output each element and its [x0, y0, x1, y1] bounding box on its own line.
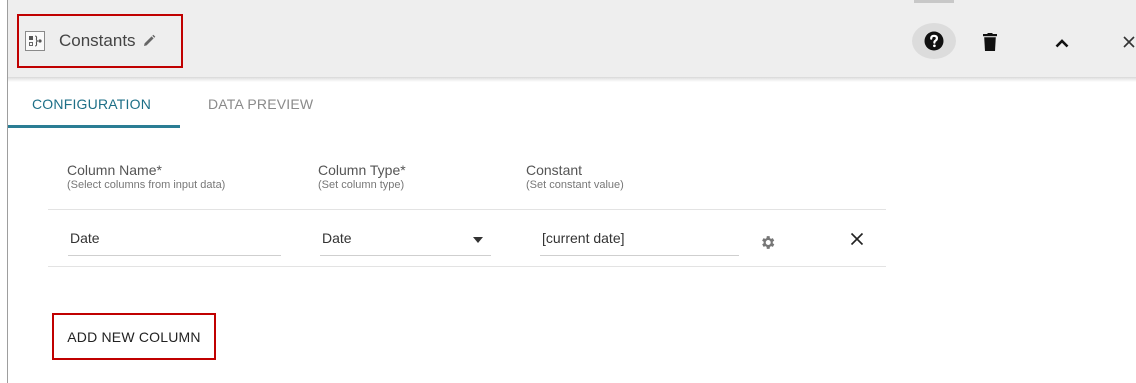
close-panel-button[interactable]: [1122, 33, 1136, 51]
tab-bar: CONFIGURATION DATA PREVIEW: [8, 82, 1136, 128]
delete-button[interactable]: [980, 31, 1000, 53]
remove-row-icon[interactable]: [849, 231, 865, 247]
column-header-type-hint: (Set column type): [318, 179, 405, 191]
gear-icon[interactable]: [758, 233, 776, 251]
column-header-name-title: Column Name*: [67, 162, 162, 178]
tab-configuration[interactable]: CONFIGURATION: [32, 96, 151, 112]
column-header-type-title: Column Type*: [318, 162, 406, 178]
active-tab-indicator: [8, 125, 180, 128]
column-header-name-hint: (Select columns from input data): [67, 179, 226, 191]
help-button[interactable]: [912, 23, 956, 59]
node-title: Constants: [59, 31, 136, 50]
collapse-button[interactable]: [1052, 35, 1072, 51]
constant-value-underline: [540, 255, 739, 256]
column-header-name: Column Name* (Select columns from input …: [67, 162, 225, 191]
chevron-up-icon: [1055, 39, 1069, 48]
column-type-select[interactable]: Date: [322, 230, 352, 246]
help-tab-marker: [914, 0, 954, 3]
column-name-underline: [68, 255, 281, 256]
column-header-type: Column Type* (Set column type): [318, 162, 406, 191]
node-icon: [25, 31, 45, 51]
column-header-constant: Constant (Set constant value): [526, 162, 624, 191]
pencil-icon[interactable]: [142, 34, 156, 48]
column-type-underline: [320, 255, 491, 256]
constant-value-input[interactable]: [current date]: [542, 230, 625, 246]
column-header-constant-title: Constant: [526, 162, 583, 178]
header-divider: [48, 209, 886, 210]
close-icon: [1123, 36, 1135, 48]
row-divider: [48, 266, 886, 267]
column-name-input[interactable]: Date: [70, 230, 100, 246]
chevron-down-icon[interactable]: [472, 236, 484, 244]
column-header-constant-hint: (Set constant value): [526, 179, 624, 191]
add-new-column-label: ADD NEW COLUMN: [67, 328, 201, 345]
add-new-column-button[interactable]: ADD NEW COLUMN: [52, 313, 216, 360]
tab-data-preview[interactable]: DATA PREVIEW: [208, 96, 313, 112]
trash-icon: [983, 33, 997, 51]
node-title-box[interactable]: Constants: [17, 14, 183, 68]
help-icon: [924, 31, 944, 51]
